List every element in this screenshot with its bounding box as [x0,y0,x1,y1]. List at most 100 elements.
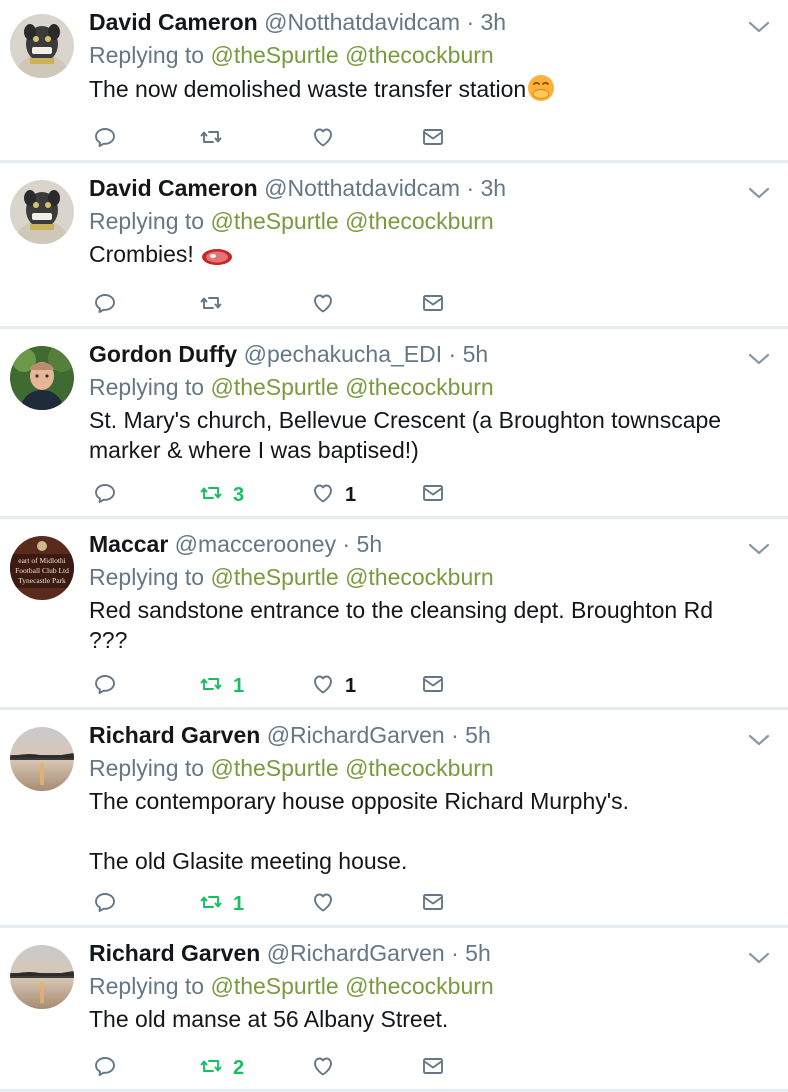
timestamp[interactable]: 5h [465,722,491,748]
chevron-down-icon[interactable] [748,186,770,200]
direct-message-button[interactable] [421,480,445,510]
tweet[interactable]: Gordon Duffy @pechakucha_EDI · 5h Replyin… [0,332,788,519]
mention-link[interactable]: @thecockburn [345,374,494,400]
svg-text:eart of Midlothi: eart of Midlothi [18,556,66,565]
user-handle[interactable]: @maccerooney [175,531,336,557]
timestamp[interactable]: 3h [481,9,507,35]
mention-link[interactable]: @thecockburn [345,564,494,590]
chevron-down-icon[interactable] [748,951,770,965]
display-name[interactable]: David Cameron [89,9,258,35]
avatar[interactable]: eart of Midlothi Football Club Ltd Tynecas… [10,536,74,600]
display-name[interactable]: David Cameron [89,175,258,201]
tweet-text-content: The contemporary house opposite Richard … [89,788,630,874]
chevron-down-icon[interactable] [748,733,770,747]
tweet[interactable]: Richard Garven @RichardGarven · 5h Replyi… [0,931,788,1092]
avatar[interactable] [10,346,74,410]
like-button[interactable]: 1 [311,480,356,510]
avatar[interactable] [10,945,74,1009]
mention-link[interactable]: @theSpurtle [210,755,338,781]
replying-label: Replying to [89,208,205,234]
reply-button[interactable] [93,124,117,154]
tweet[interactable]: eart of Midlothi Football Club Ltd Tynecas… [0,522,788,710]
heart-icon [311,672,335,701]
like-button[interactable] [311,290,335,320]
replying-label: Replying to [89,755,205,781]
retweet-button[interactable] [199,290,223,320]
avatar[interactable] [10,727,74,791]
tweet-actions: 2 [89,1053,469,1083]
reply-button[interactable] [93,671,117,701]
direct-message-button[interactable] [421,290,445,320]
reply-button[interactable] [93,480,117,510]
display-name[interactable]: Richard Garven [89,722,260,748]
tweet-text: St. Mary's church, Bellevue Crescent (a … [89,405,778,465]
envelope-icon [421,125,445,154]
tweet-text: The old manse at 56 Albany Street. [89,1004,778,1034]
like-button[interactable] [311,124,335,154]
timestamp[interactable]: 5h [465,940,491,966]
timestamp[interactable]: 5h [357,531,383,557]
tweet-header: Gordon Duffy @pechakucha_EDI · 5h [89,339,728,369]
avatar[interactable] [10,14,74,78]
tweet-header: Richard Garven @RichardGarven · 5h [89,938,728,968]
mention-link[interactable]: @theSpurtle [210,374,338,400]
heart-icon [311,890,335,919]
display-name[interactable]: Maccar [89,531,168,557]
display-name[interactable]: Richard Garven [89,940,260,966]
timestamp[interactable]: 3h [481,175,507,201]
replying-to: Replying to @theSpurtle @thecockburn [89,562,728,592]
retweet-button[interactable]: 1 [199,889,244,919]
heart-icon [311,125,335,154]
heart-icon [311,291,335,320]
chevron-down-icon[interactable] [748,352,770,366]
retweet-button[interactable]: 2 [199,1053,244,1083]
svg-text:Football Club Ltd: Football Club Ltd [15,566,69,575]
like-button[interactable] [311,889,335,919]
mention-link[interactable]: @thecockburn [345,42,494,68]
mention-link[interactable]: @theSpurtle [210,42,338,68]
user-handle[interactable]: @RichardGarven [267,722,445,748]
mention-link[interactable]: @theSpurtle [210,564,338,590]
retweet-icon [199,890,223,919]
retweet-icon [199,291,223,320]
reply-button[interactable] [93,889,117,919]
direct-message-button[interactable] [421,671,445,701]
user-handle[interactable]: @Notthatdavidcam [264,175,460,201]
user-handle[interactable]: @RichardGarven [267,940,445,966]
reply-feed: David Cameron @Notthatdavidcam · 3h Reply… [0,0,788,1092]
tweet[interactable]: David Cameron @Notthatdavidcam · 3h Reply… [0,166,788,329]
tweet-header: David Cameron @Notthatdavidcam · 3h [89,7,728,37]
retweet-icon [199,672,223,701]
replying-label: Replying to [89,374,205,400]
mention-link[interactable]: @theSpurtle [210,973,338,999]
direct-message-button[interactable] [421,1053,445,1083]
reply-icon [93,672,117,701]
timestamp[interactable]: 5h [463,341,489,367]
chevron-down-icon[interactable] [748,20,770,34]
display-name[interactable]: Gordon Duffy [89,341,237,367]
tweet[interactable]: David Cameron @Notthatdavidcam · 3h Reply… [0,0,788,163]
user-handle[interactable]: @pechakucha_EDI [244,341,443,367]
retweet-button[interactable]: 1 [199,671,244,701]
tweet-header: Maccar @maccerooney · 5h [89,529,728,559]
user-handle[interactable]: @Notthatdavidcam [264,9,460,35]
like-button[interactable]: 1 [311,671,356,701]
mention-link[interactable]: @thecockburn [345,208,494,234]
envelope-icon [421,672,445,701]
direct-message-button[interactable] [421,124,445,154]
retweet-button[interactable]: 3 [199,480,244,510]
reply-button[interactable] [93,1053,117,1083]
replying-to: Replying to @theSpurtle @thecockburn [89,40,728,70]
mention-link[interactable]: @theSpurtle [210,208,338,234]
direct-message-button[interactable] [421,889,445,919]
reply-button[interactable] [93,290,117,320]
mention-link[interactable]: @thecockburn [345,973,494,999]
mention-link[interactable]: @thecockburn [345,755,494,781]
retweet-button[interactable] [199,124,223,154]
avatar[interactable] [10,180,74,244]
replying-to: Replying to @theSpurtle @thecockburn [89,753,728,783]
like-button[interactable] [311,1053,335,1083]
reply-icon [93,890,117,919]
chevron-down-icon[interactable] [748,542,770,556]
tweet[interactable]: Richard Garven @RichardGarven · 5h Replyi… [0,713,788,928]
